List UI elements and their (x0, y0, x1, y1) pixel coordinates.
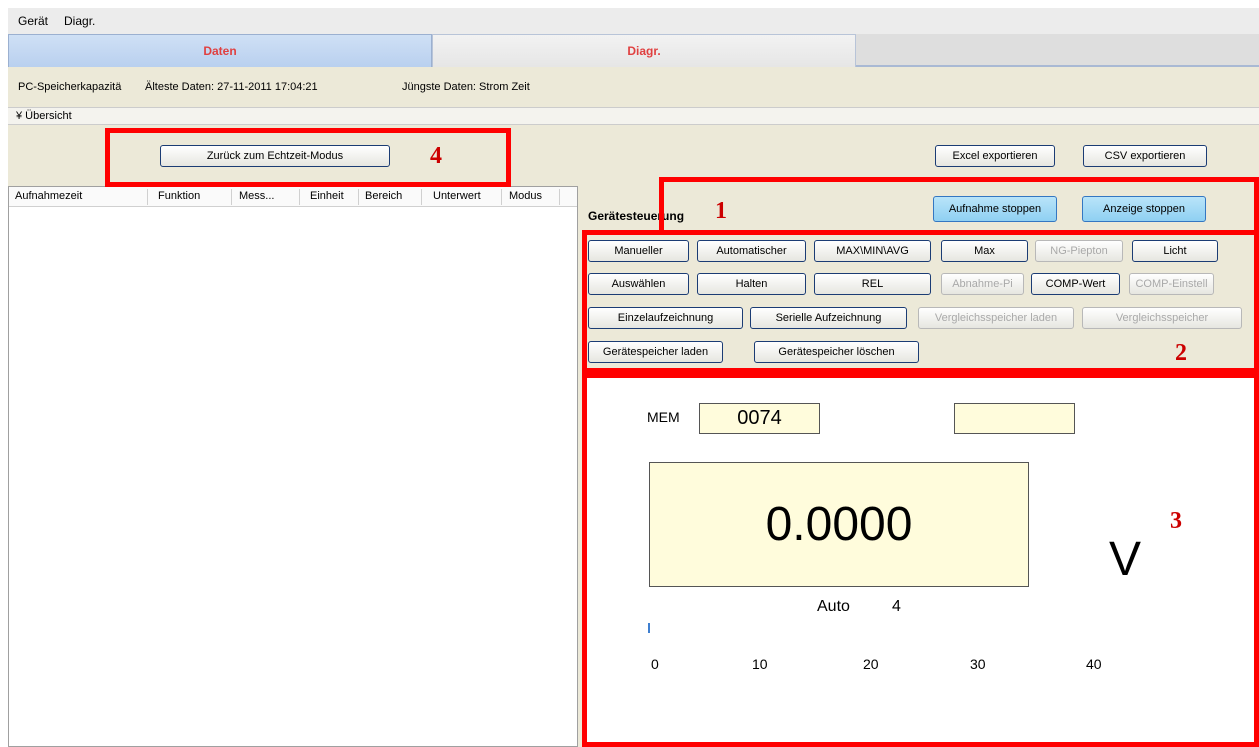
pc-capacity-label: PC-Speicherkapazitä (18, 81, 122, 93)
col-mess[interactable]: Mess... (239, 190, 274, 202)
menu-diagr[interactable]: Diagr. (64, 14, 95, 28)
oldest-data-label: Älteste Daten: 27-11-2011 17:04:21 (145, 81, 318, 93)
info-bar: PC-Speicherkapazitä Älteste Daten: 27-11… (8, 67, 1259, 107)
annotation-number-1: 1 (715, 198, 727, 224)
tab-daten[interactable]: Daten (8, 34, 432, 67)
col-funktion[interactable]: Funktion (158, 190, 200, 202)
col-separator (501, 189, 502, 205)
annotation-number-3: 3 (1170, 508, 1182, 534)
col-aufnahmezeit[interactable]: Aufnahmezeit (15, 190, 82, 202)
annotation-number-2: 2 (1175, 340, 1187, 366)
col-separator (231, 189, 232, 205)
annotation-box-3 (582, 373, 1259, 747)
col-modus[interactable]: Modus (509, 190, 542, 202)
data-table[interactable]: Aufnahmezeit Funktion Mess... Einheit Be… (8, 186, 578, 747)
app-window: Gerät Diagr. Daten Diagr. PC-Speicherkap… (0, 0, 1259, 747)
col-separator (559, 189, 560, 205)
newest-data-label: Jüngste Daten: Strom Zeit (402, 81, 530, 93)
col-einheit[interactable]: Einheit (310, 190, 344, 202)
annotation-box-2 (582, 230, 1259, 373)
col-unterwert[interactable]: Unterwert (433, 190, 481, 202)
col-separator (147, 189, 148, 205)
annotation-number-4: 4 (430, 143, 442, 169)
tab-diagr[interactable]: Diagr. (432, 34, 856, 67)
col-separator (299, 189, 300, 205)
col-separator (358, 189, 359, 205)
tab-strip: Daten Diagr. (8, 34, 1259, 67)
annotation-box-1 (659, 177, 1259, 235)
menu-bar: Gerät Diagr. (8, 8, 1259, 34)
csv-export-button[interactable]: CSV exportieren (1083, 145, 1207, 167)
excel-export-button[interactable]: Excel exportieren (935, 145, 1055, 167)
col-separator (421, 189, 422, 205)
col-bereich[interactable]: Bereich (365, 190, 402, 202)
overview-toggle[interactable]: ¥ Übersicht (8, 107, 1259, 125)
annotation-box-4 (105, 128, 511, 187)
table-header: Aufnahmezeit Funktion Mess... Einheit Be… (9, 187, 577, 207)
menu-geraet[interactable]: Gerät (18, 14, 48, 28)
